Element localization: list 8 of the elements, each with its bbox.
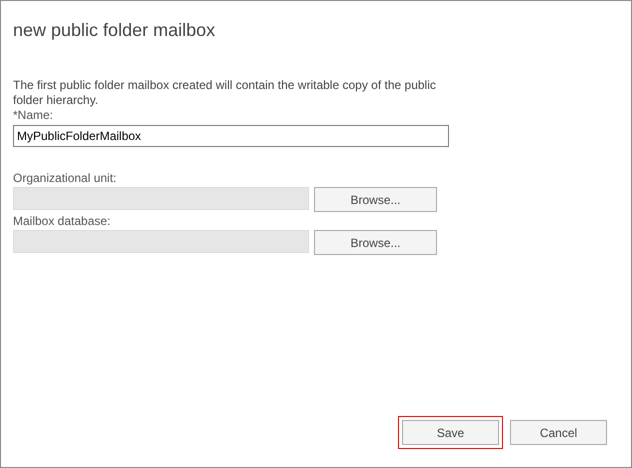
dialog-button[interactable]: Save (402, 420, 499, 445)
window-title: new public folder mailbox (13, 20, 216, 40)
dialog-button[interactable]: Cancel (510, 420, 607, 445)
field-label: Mailbox database: (13, 213, 112, 229)
description-text: The first public folder mailbox created will contain the writable copy of the public folder hierarchy. (13, 78, 437, 108)
name-label: *Name: (13, 108, 54, 123)
name-field[interactable]: MyPublicFolderMailbox (13, 125, 449, 147)
field-label: Organizational unit: (13, 170, 118, 186)
